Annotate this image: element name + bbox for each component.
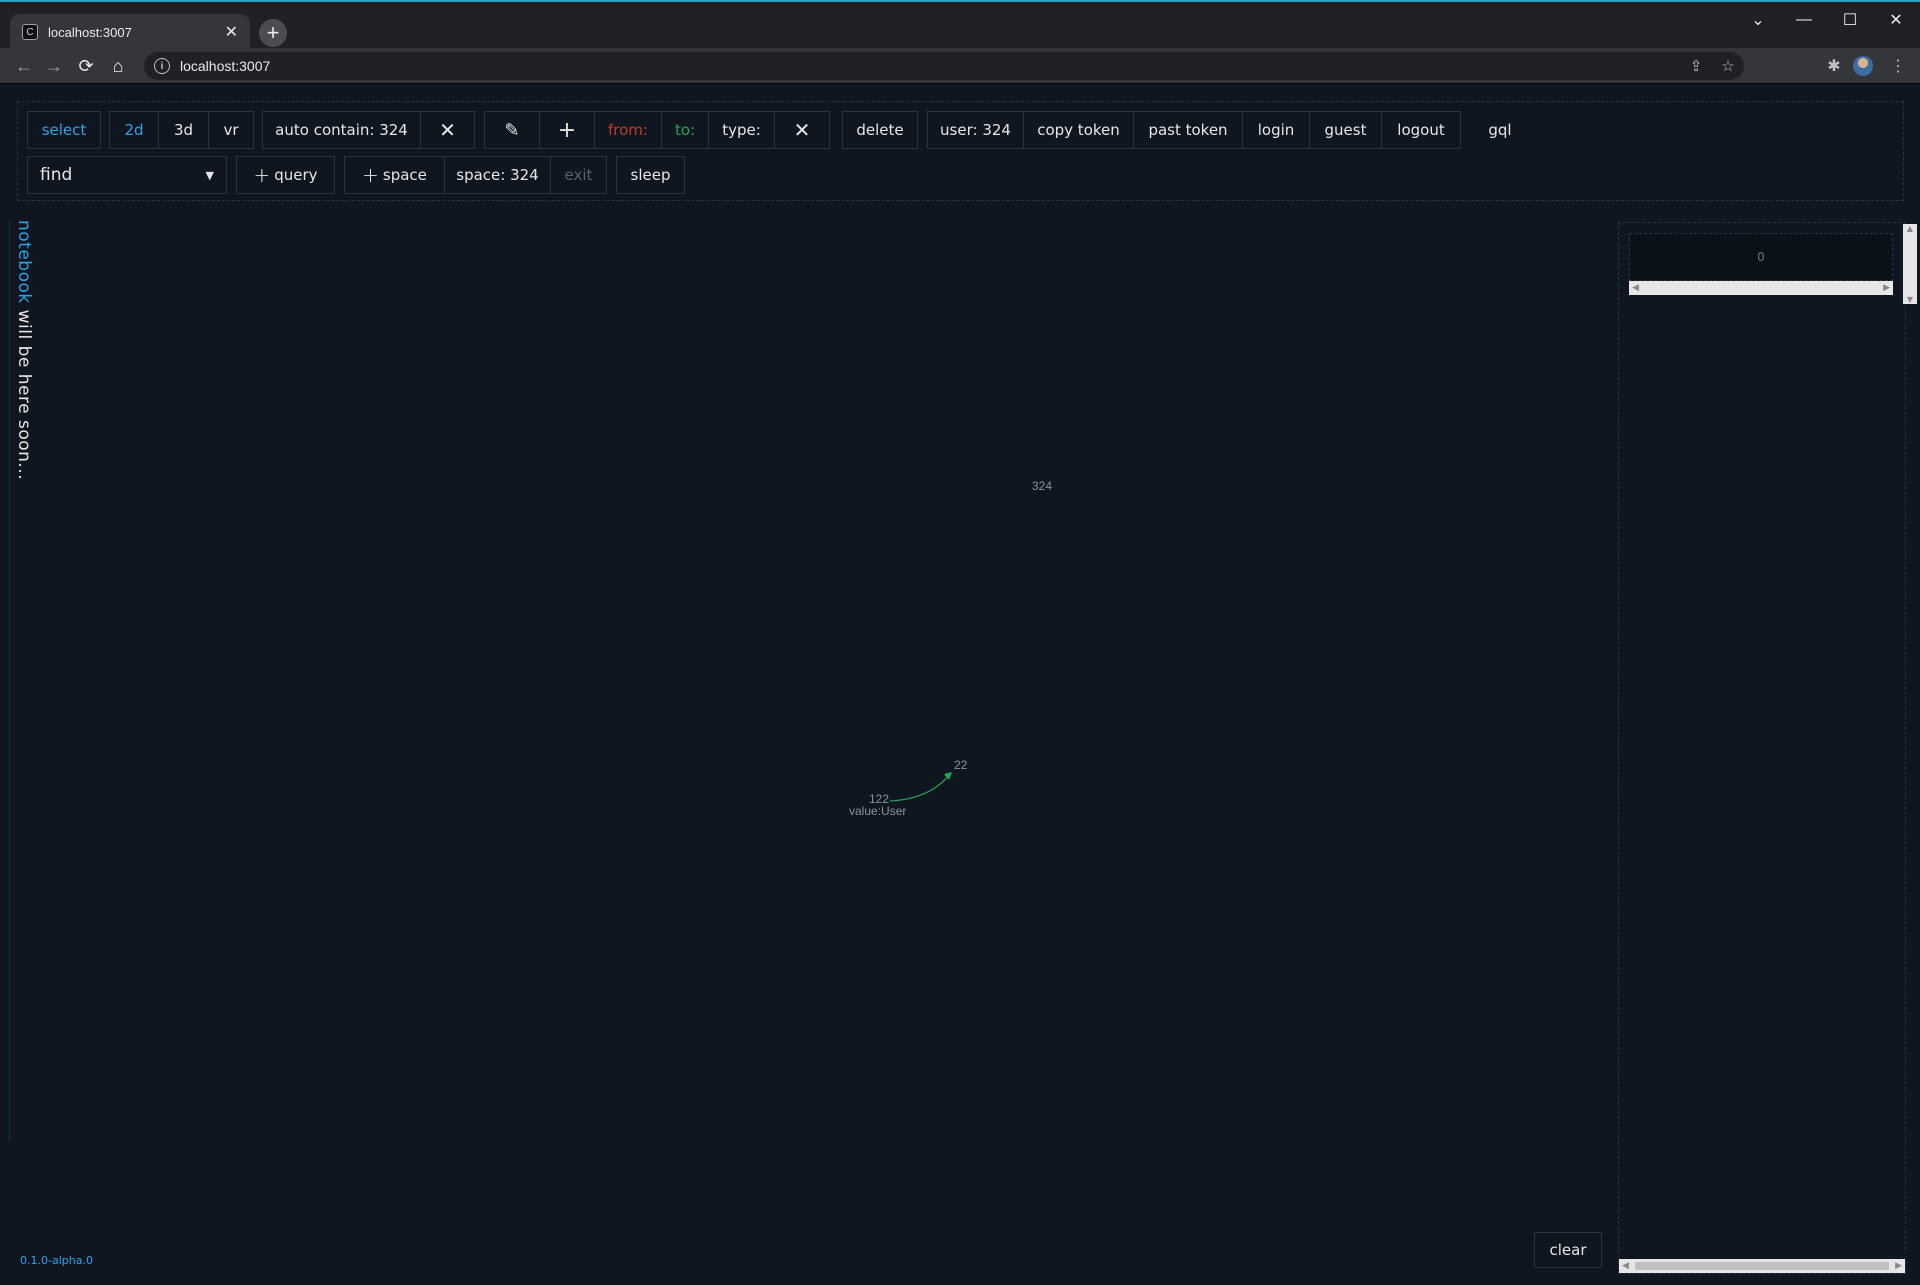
scroll-up-icon[interactable]: ▲ <box>1907 224 1913 233</box>
link-clear-button[interactable]: ✕ <box>774 111 830 149</box>
scroll-left-icon[interactable]: ◀ <box>1622 1261 1629 1271</box>
mode-2d-button[interactable]: 2d <box>109 111 159 149</box>
copy-token-button[interactable]: copy token <box>1023 111 1134 149</box>
browser-toolbar: ← → ⟳ ⌂ i localhost:3007 ⇪ ☆ ✱ ⋮ <box>0 48 1920 84</box>
scrollbar-thumb[interactable] <box>1635 1262 1889 1270</box>
eyedropper-icon: ✎ <box>504 119 520 141</box>
side-panel-scrollbar[interactable]: ◀ ▶ <box>1619 1259 1905 1273</box>
find-select[interactable]: find ▼ <box>27 156 227 194</box>
auto-contain-clear-button[interactable]: ✕ <box>420 111 475 149</box>
add-space-button[interactable]: + space <box>344 156 445 194</box>
clear-button[interactable]: clear <box>1534 1232 1602 1268</box>
new-tab-button[interactable]: + <box>259 19 287 47</box>
address-url[interactable]: localhost:3007 <box>180 58 1680 74</box>
node-b-id[interactable]: 22 <box>954 758 967 772</box>
pick-button[interactable]: ✎ <box>484 111 540 149</box>
address-bar[interactable]: i localhost:3007 ⇪ ☆ <box>144 52 1744 80</box>
select-button[interactable]: select <box>27 111 101 149</box>
delete-button[interactable]: delete <box>842 111 918 149</box>
from-field[interactable]: from: <box>594 111 662 149</box>
logout-button[interactable]: logout <box>1381 111 1461 149</box>
scroll-down-icon[interactable]: ▼ <box>1907 295 1913 304</box>
browser-titlebar: C localhost:3007 ✕ + ⌄ — ☐ ✕ <box>0 0 1920 50</box>
side-panel: 0 ◀ ▶ ◀ ▶ <box>1618 222 1906 1274</box>
site-info-icon[interactable]: i <box>154 58 170 74</box>
auto-contain-button[interactable]: auto contain: 324 <box>262 111 421 149</box>
window-close-icon[interactable]: ✕ <box>1876 6 1916 34</box>
tab-title: localhost:3007 <box>48 24 132 40</box>
version-label: 0.1.0-alpha.0 <box>20 1254 93 1267</box>
plus-icon: + <box>362 163 379 187</box>
home-icon[interactable]: ⌂ <box>104 52 132 80</box>
scroll-right-icon[interactable]: ▶ <box>1895 1261 1902 1271</box>
bookmark-star-icon[interactable]: ☆ <box>1712 57 1744 75</box>
login-button[interactable]: login <box>1242 111 1310 149</box>
exit-button[interactable]: exit <box>550 156 607 194</box>
gql-button[interactable]: gql <box>1475 111 1525 149</box>
maximize-icon[interactable]: ☐ <box>1830 6 1870 34</box>
find-select-value: find <box>40 165 73 185</box>
tab-close-icon[interactable]: ✕ <box>225 22 238 42</box>
browser-menu-icon[interactable]: ⋮ <box>1884 52 1912 80</box>
browser-tab[interactable]: C localhost:3007 ✕ <box>10 14 250 50</box>
plus-icon: + <box>253 163 271 187</box>
scroll-right-icon[interactable]: ▶ <box>1883 283 1890 293</box>
favicon-icon: C <box>22 24 38 40</box>
extensions-icon[interactable]: ✱ <box>1820 52 1848 80</box>
reload-icon[interactable]: ⟳ <box>72 52 100 80</box>
share-icon[interactable]: ⇪ <box>1680 57 1712 75</box>
side-inner-scrollbar[interactable]: ◀ ▶ <box>1629 281 1893 295</box>
past-token-button[interactable]: past token <box>1133 111 1243 149</box>
graph-canvas[interactable] <box>20 222 1610 1222</box>
add-query-button[interactable]: + query <box>236 156 335 194</box>
profile-avatar[interactable] <box>1853 56 1873 76</box>
app-root: select 2d 3d vr auto contain: 324 ✕ ✎ + … <box>0 84 1920 1285</box>
back-icon[interactable]: ← <box>10 52 38 80</box>
root-node-label[interactable]: 324 <box>1032 479 1052 493</box>
close-icon: ✕ <box>439 118 456 142</box>
mode-3d-button[interactable]: 3d <box>158 111 209 149</box>
to-field[interactable]: to: <box>661 111 709 149</box>
scroll-left-icon[interactable]: ◀ <box>1632 283 1639 293</box>
notebook-divider <box>9 222 10 1142</box>
type-field[interactable]: type: <box>708 111 775 149</box>
space-button[interactable]: space: 324 <box>444 156 551 194</box>
side-vertical-scrollbar[interactable]: ▲ ▼ <box>1903 224 1917 304</box>
plus-icon: + <box>557 117 577 143</box>
sleep-button[interactable]: sleep <box>616 156 685 194</box>
minimize-icon[interactable]: — <box>1784 6 1824 34</box>
toolbar-panel: select 2d 3d vr auto contain: 324 ✕ ✎ + … <box>17 101 1904 201</box>
node-a-value[interactable]: value:User <box>849 804 906 818</box>
add-query-label: query <box>274 166 318 184</box>
guest-button[interactable]: guest <box>1309 111 1382 149</box>
forward-icon[interactable]: → <box>40 52 68 80</box>
user-button[interactable]: user: 324 <box>927 111 1024 149</box>
caret-down-icon: ▼ <box>205 168 214 182</box>
close-icon: ✕ <box>793 118 811 142</box>
mode-vr-button[interactable]: vr <box>208 111 254 149</box>
add-space-label: space <box>382 166 427 184</box>
tab-search-icon[interactable]: ⌄ <box>1738 6 1778 34</box>
add-link-button[interactable]: + <box>539 111 595 149</box>
side-panel-count: 0 <box>1629 233 1893 281</box>
